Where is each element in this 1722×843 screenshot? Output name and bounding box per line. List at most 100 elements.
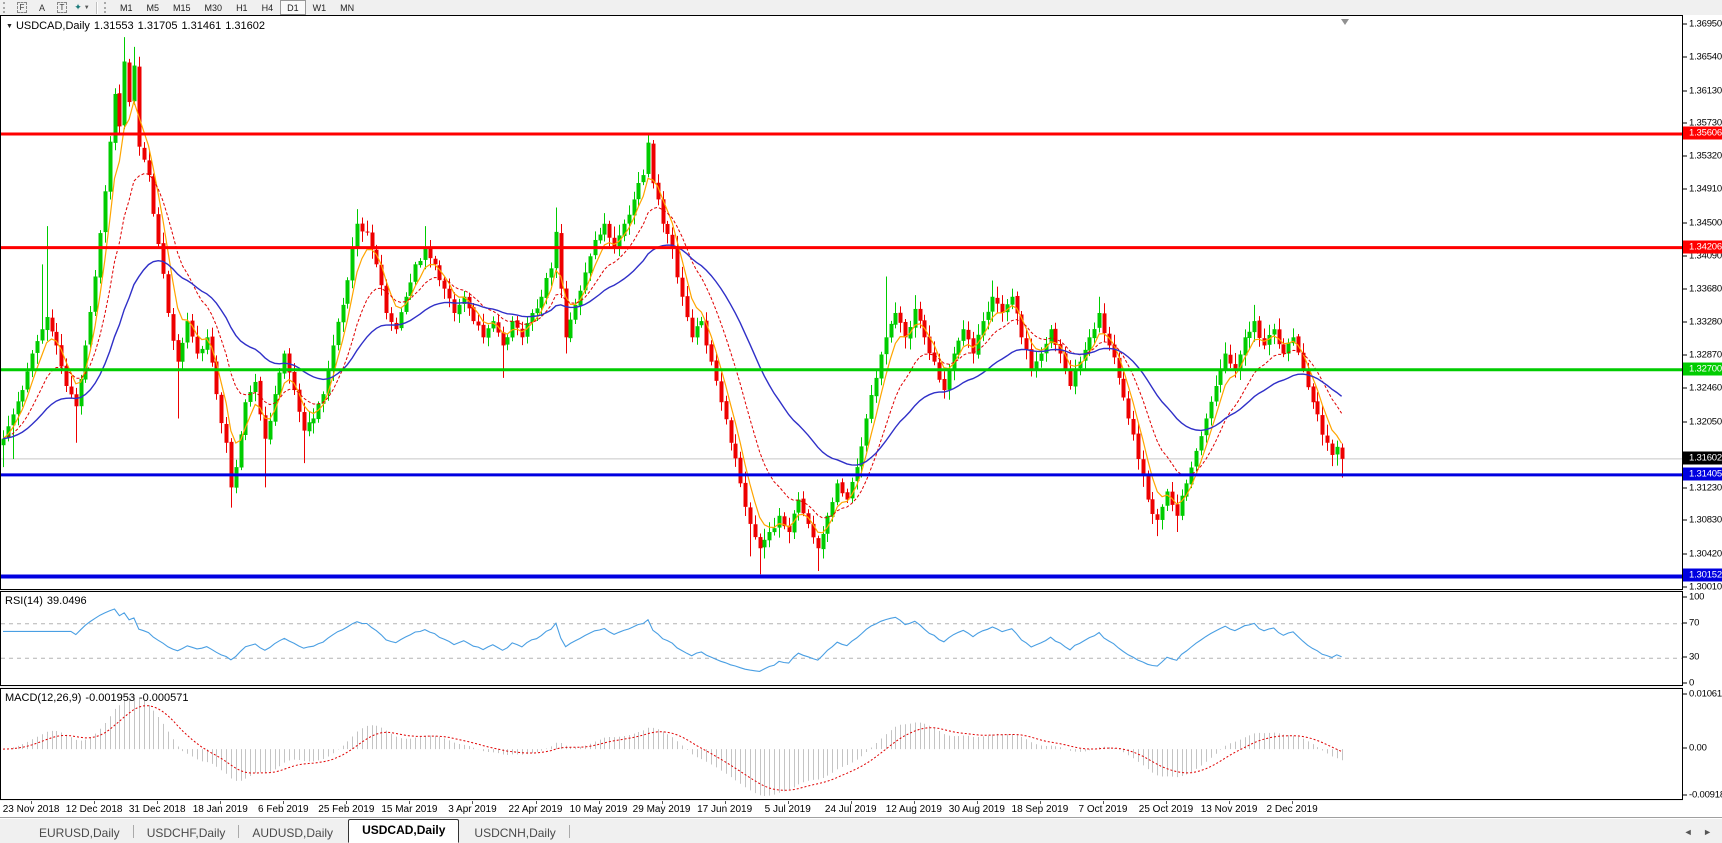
price-tick-label: 1.31230	[1683, 483, 1722, 494]
tab-usdcad-daily[interactable]: USDCAD,Daily	[348, 819, 460, 843]
chart-symbol-label: USDCAD,Daily	[15, 20, 90, 32]
ma-line-fast	[2, 99, 1343, 534]
tab-scroll-left-icon[interactable]: ◄	[1684, 827, 1693, 837]
drawing-tools-group: F A T ✦ ▼	[12, 1, 92, 14]
tab-scroll-arrows: ◄ ►	[1676, 827, 1712, 837]
date-label: 23 Nov 2018	[2, 804, 60, 815]
timeframe-button-d1[interactable]: D1	[280, 0, 306, 15]
date-label: 31 Dec 2018	[128, 804, 186, 815]
rsi-tick-label: 0	[1683, 678, 1694, 689]
current-price-tag: 1.31602	[1683, 451, 1722, 465]
timeframe-button-m15[interactable]: M15	[166, 0, 198, 15]
date-label: 12 Aug 2019	[885, 804, 942, 815]
macd-tick-label: 0.010615	[1683, 689, 1722, 700]
date-label: 25 Feb 2019	[318, 804, 375, 815]
rsi-tick-label: 70	[1683, 617, 1699, 628]
date-label: 12 Dec 2018	[65, 804, 123, 815]
macd-main-value: -0.001953	[85, 692, 135, 704]
macd-tick-label: 0.00	[1683, 743, 1707, 754]
date-label: 30 Aug 2019	[948, 804, 1005, 815]
tab-scroll-right-icon[interactable]: ►	[1703, 827, 1712, 837]
date-label: 17 Jun 2019	[697, 804, 753, 815]
timeframe-group: M1 M5 M15 M30 H1 H4 D1 W1 MN	[113, 0, 361, 15]
main-chart-canvas[interactable]	[1, 16, 1682, 589]
timeframe-button-m1[interactable]: M1	[113, 0, 140, 15]
price-tick-label: 1.34910	[1683, 184, 1722, 195]
rsi-name: RSI(14)	[5, 595, 43, 607]
fibonacci-icon[interactable]: F	[12, 1, 32, 14]
date-label: 2 Dec 2019	[1266, 804, 1318, 815]
timeframe-button-m30[interactable]: M30	[198, 0, 230, 15]
chart-shift-marker-icon[interactable]	[1341, 19, 1349, 25]
timeframe-button-w1[interactable]: W1	[306, 0, 334, 15]
chart-title: ▼ USDCAD,Daily 1.31553 1.31705 1.31461 1.3160…	[6, 20, 269, 32]
date-label: 22 Apr 2019	[508, 804, 563, 815]
toolbar-grip[interactable]	[104, 2, 108, 13]
tab-separator	[568, 825, 570, 838]
price-tick-label: 1.33280	[1683, 316, 1722, 327]
ohlc-open: 1.31553	[93, 20, 134, 32]
date-label: 3 Apr 2019	[448, 804, 497, 815]
price-tick-label: 1.36130	[1683, 85, 1722, 96]
mt4-window: F A T ✦ ▼ M1 M5 M15 M30 H1 H4 D1 W1 MN ▼ USDCAD,Daily…	[0, 0, 1722, 843]
price-level-tag: 1.30152	[1683, 568, 1722, 582]
price-tick-label: 1.35320	[1683, 151, 1722, 162]
price-level-tag: 1.31405	[1683, 467, 1722, 481]
dropdown-caret-icon[interactable]: ▼	[84, 5, 90, 11]
toolbar-grip[interactable]	[3, 2, 7, 13]
toolbar: F A T ✦ ▼ M1 M5 M15 M30 H1 H4 D1 W1 MN	[0, 0, 1722, 16]
price-tick-label: 1.30420	[1683, 548, 1722, 559]
date-label: 24 Jul 2019	[824, 804, 877, 815]
rsi-value: 39.0496	[46, 595, 87, 607]
date-label: 25 Oct 2019	[1138, 804, 1194, 815]
chart-tabs: EURUSD,Daily USDCHF,Daily AUDUSD,Daily USDC…	[26, 819, 570, 843]
tab-usdchf-daily[interactable]: USDCHF,Daily	[134, 823, 239, 843]
rsi-canvas[interactable]	[1, 592, 1682, 685]
timeframe-button-h4[interactable]: H4	[255, 0, 281, 15]
date-label: 5 Jul 2019	[764, 804, 811, 815]
price-tick-label: 1.32460	[1683, 383, 1722, 394]
price-tick-label: 1.30830	[1683, 515, 1722, 526]
date-label: 10 May 2019	[569, 804, 628, 815]
price-tick-label: 1.36950	[1683, 19, 1722, 30]
date-label: 18 Sep 2019	[1011, 804, 1069, 815]
price-tick-label: 1.32870	[1683, 349, 1722, 360]
macd-panel[interactable]: MACD(12,26,9) -0.001953 -0.000571	[0, 688, 1683, 800]
date-label: 15 Mar 2019	[381, 804, 438, 815]
macd-tick-label: -0.00918	[1683, 790, 1722, 801]
text-label-icon[interactable]: T	[52, 1, 72, 14]
date-label: 6 Feb 2019	[257, 804, 309, 815]
price-level-tag: 1.35606	[1683, 126, 1722, 140]
tab-audusd-daily[interactable]: AUDUSD,Daily	[239, 823, 346, 843]
time-axis[interactable]: 23 Nov 2018 12 Dec 2018 31 Dec 2018 18 Jan …	[0, 801, 1722, 818]
date-label: 7 Oct 2019	[1078, 804, 1128, 815]
ohlc-high: 1.31705	[137, 20, 178, 32]
macd-label: MACD(12,26,9) -0.001953 -0.000571	[5, 692, 193, 704]
price-level-tag: 1.32700	[1683, 362, 1722, 376]
rsi-label: RSI(14) 39.0496	[5, 595, 91, 607]
toolbar-separator	[96, 1, 97, 14]
shapes-icon[interactable]: ✦ ▼	[72, 1, 92, 14]
tab-usdcnh-daily[interactable]: USDCNH,Daily	[461, 823, 568, 843]
price-tick-label: 1.33680	[1683, 284, 1722, 295]
rsi-tick-label: 100	[1683, 592, 1704, 603]
timeframe-button-m5[interactable]: M5	[140, 0, 167, 15]
macd-name: MACD(12,26,9)	[5, 692, 82, 704]
rsi-tick-label: 30	[1683, 652, 1699, 663]
price-tick-label: 1.36540	[1683, 52, 1722, 63]
timeframe-button-mn[interactable]: MN	[333, 0, 361, 15]
tab-eurusd-daily[interactable]: EURUSD,Daily	[26, 823, 133, 843]
price-tick-label: 1.32050	[1683, 416, 1722, 427]
date-label: 29 May 2019	[632, 804, 691, 815]
chart-dropdown-icon[interactable]: ▼	[6, 23, 13, 30]
chart-tab-bar: EURUSD,Daily USDCHF,Daily AUDUSD,Daily USDC…	[0, 818, 1722, 843]
candles	[1, 37, 1345, 575]
text-icon[interactable]: A	[32, 1, 52, 14]
main-chart-panel[interactable]: ▼ USDCAD,Daily 1.31553 1.31705 1.31461 1.3160…	[0, 15, 1683, 590]
timeframe-button-h1[interactable]: H1	[229, 0, 255, 15]
ohlc-close: 1.31602	[225, 20, 265, 32]
price-tick-label: 1.34500	[1683, 217, 1722, 228]
price-axis[interactable]: 1.36950 1.36540 1.36130 1.35730 1.35320 1.349…	[1683, 15, 1722, 801]
rsi-panel[interactable]: RSI(14) 39.0496	[0, 591, 1683, 686]
macd-canvas[interactable]	[1, 689, 1682, 799]
